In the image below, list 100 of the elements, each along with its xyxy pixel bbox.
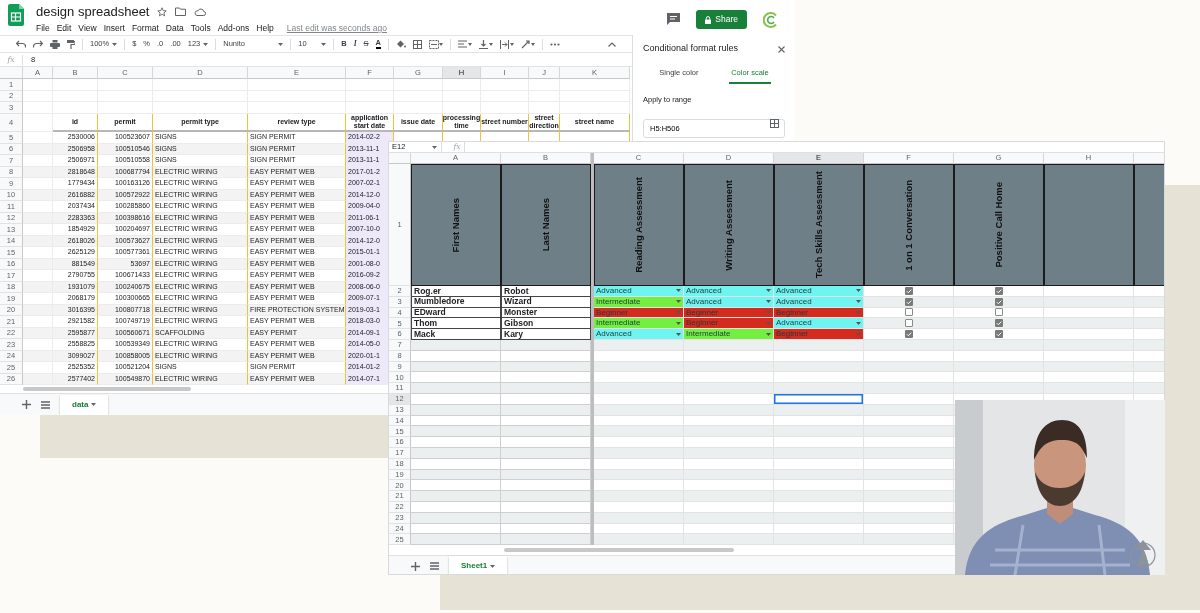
menu-item[interactable]: Help [256,22,274,35]
comment-icon[interactable] [667,13,681,26]
add-sheet-icon[interactable] [22,400,31,409]
checkbox[interactable] [994,330,1003,339]
account-logo-icon[interactable] [763,11,779,28]
empty-cell[interactable] [1044,329,1134,340]
caret-icon[interactable] [203,42,209,46]
menu-item[interactable]: Add-ons [217,22,250,35]
checkbox[interactable] [904,319,913,328]
checkbox[interactable] [904,308,913,317]
more-icon[interactable] [550,42,561,46]
dropdown-cell[interactable]: Advanced [684,296,774,308]
empty-cell[interactable] [864,501,954,513]
empty-cell[interactable] [864,437,954,448]
paint-format-icon[interactable] [67,39,75,49]
text-rotate-icon[interactable] [521,39,536,49]
dropdown-cell[interactable]: Intermediate [684,329,774,340]
sheet-list-icon[interactable] [430,562,439,571]
share-button[interactable]: Share [696,10,747,29]
caret-icon[interactable] [676,321,681,325]
menu-item[interactable]: Data [165,22,184,35]
sheet-list-icon[interactable] [41,400,50,409]
empty-cell[interactable] [954,350,1044,362]
empty-cell[interactable] [684,501,774,513]
empty-cell[interactable] [864,393,954,405]
dropdown-cell[interactable]: Advanced [774,296,864,308]
caret-icon[interactable] [432,145,437,149]
empty-cell[interactable] [684,458,774,470]
undo-icon[interactable] [16,40,26,48]
empty-cell[interactable] [594,458,684,470]
caret-icon[interactable] [490,564,496,568]
cloud-icon[interactable] [194,7,207,16]
add-sheet-icon[interactable] [411,561,420,571]
empty-cell[interactable] [684,393,774,405]
caret-icon[interactable] [676,332,681,336]
caret-icon[interactable] [321,42,327,46]
caret-icon[interactable] [112,42,118,46]
merge-cells-icon[interactable] [429,39,444,49]
folder-icon[interactable] [175,7,187,16]
checkbox[interactable] [904,297,913,306]
menu-item[interactable]: Tools [190,22,211,35]
collapse-icon[interactable] [608,41,616,47]
empty-cell[interactable] [684,350,774,362]
empty-cell[interactable] [594,393,684,405]
caret-icon[interactable] [91,403,97,406]
select-all-corner[interactable] [0,67,23,79]
selected-cell[interactable] [774,393,864,405]
empty-cell[interactable] [774,501,864,513]
dropdown-cell[interactable]: Intermediate [594,296,684,308]
empty-cell[interactable] [1044,350,1134,362]
empty-cell[interactable] [864,458,954,470]
empty-cell[interactable] [594,437,684,448]
checkbox[interactable] [994,286,1003,295]
empty-cell[interactable] [684,437,774,448]
redo-icon[interactable] [33,40,43,48]
caret-icon[interactable] [766,289,771,293]
scrollbar-thumb[interactable] [23,387,191,391]
caret-icon[interactable] [766,300,771,304]
sheet-tab[interactable]: Sheet1 [449,556,508,574]
select-all-corner[interactable] [389,153,411,164]
dropdown-cell[interactable]: Advanced [684,286,774,297]
checkbox[interactable] [994,319,1003,328]
vertical-align-icon[interactable] [479,39,494,49]
dropdown-cell[interactable]: Advanced [594,329,684,340]
dropdown-cell[interactable]: Advanced [594,286,684,297]
menu-item[interactable]: Insert [103,22,125,35]
checkbox[interactable] [904,330,913,339]
empty-cell[interactable] [594,350,684,362]
empty-cell[interactable] [501,458,591,470]
caret-icon[interactable] [856,321,861,325]
empty-cell[interactable] [594,501,684,513]
caret-icon[interactable] [278,42,284,46]
caret-icon[interactable] [676,289,681,293]
sheet-tab[interactable]: data [60,394,109,415]
empty-cell[interactable] [501,350,591,362]
fill-color-icon[interactable] [396,39,407,49]
menu-item[interactable]: Format [131,22,159,35]
text-wrap-icon[interactable] [500,39,515,49]
align-icon[interactable] [458,39,473,49]
scrollbar-thumb[interactable] [504,548,734,553]
caret-icon[interactable] [676,300,681,304]
menu-item[interactable]: View [78,22,97,35]
empty-cell[interactable] [501,437,591,448]
print-icon[interactable] [50,39,60,49]
caret-icon[interactable] [766,332,771,336]
sheets-logo-icon[interactable] [8,4,24,26]
star-icon[interactable] [157,6,168,17]
empty-cell[interactable] [774,437,864,448]
checkbox[interactable] [994,308,1003,317]
caret-icon[interactable] [856,300,861,304]
column-header[interactable] [1134,153,1164,164]
checkbox[interactable] [994,297,1003,306]
checkbox[interactable] [904,286,913,295]
select-range-icon[interactable] [770,118,779,128]
dropdown-cell[interactable]: Advanced [774,286,864,297]
menu-item[interactable]: Edit [56,22,72,35]
document-title[interactable]: design spreadsheet [36,4,150,19]
empty-cell[interactable] [501,393,591,405]
close-icon[interactable] [778,45,785,53]
empty-cell[interactable] [774,458,864,470]
